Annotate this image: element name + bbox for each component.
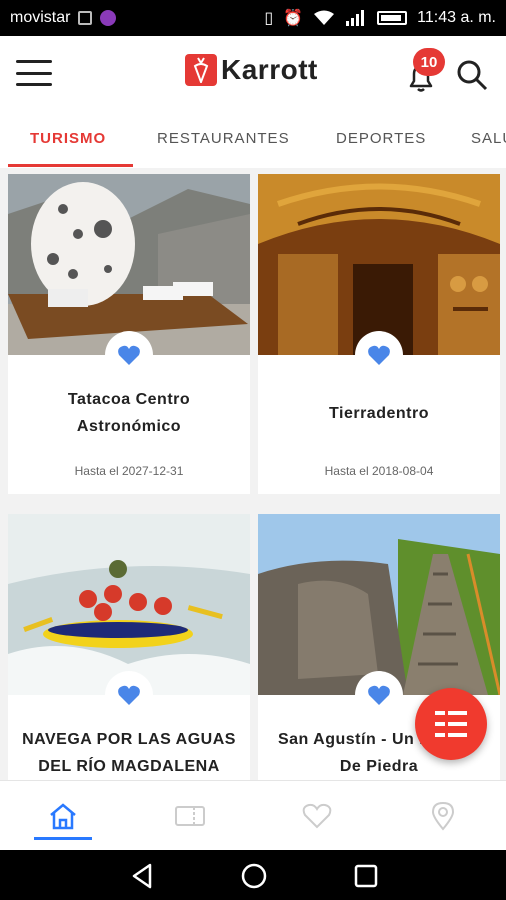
ticket-icon[interactable] (170, 799, 210, 833)
card-title: NAVEGA POR LAS AGUAS DEL RÍO MAGDALENA (22, 731, 236, 775)
card-image (8, 514, 250, 695)
battery-icon (377, 11, 408, 25)
list-filter-icon (435, 711, 467, 737)
notification-badge: 10 (413, 48, 445, 76)
tab-turismo[interactable]: TURISMO (30, 130, 106, 147)
vibrate-icon: ▯ (264, 10, 274, 27)
app-header: Karrott 10 (0, 36, 506, 108)
card-title: Tierradentro (329, 405, 429, 422)
carrot-logo-icon (185, 54, 217, 86)
card-title: Tatacoa Centro Astronómico (67, 391, 191, 435)
card-image (258, 174, 500, 355)
favorite-heart-icon[interactable] (105, 671, 153, 719)
card-image (258, 514, 500, 695)
tab-restaurantes[interactable]: RESTAURANTES (157, 130, 290, 147)
search-icon[interactable] (455, 58, 489, 92)
system-navigation-bar (0, 850, 506, 900)
cards-grid: Tatacoa Centro Astronómico Hasta el 2027… (0, 168, 506, 780)
favorite-heart-icon[interactable] (355, 331, 403, 379)
status-bar: movistar ▯ ⏰ 11:43 a. m. (0, 0, 506, 36)
wifi-icon (314, 10, 335, 25)
card-date: Hasta el 2018-08-04 (324, 464, 434, 478)
recent-apps-icon[interactable] (352, 862, 380, 890)
active-nav-indicator (34, 837, 92, 840)
back-icon[interactable] (128, 862, 156, 890)
home-icon[interactable] (43, 799, 83, 833)
logo-text: Karrott (221, 54, 318, 85)
favorite-heart-icon[interactable] (355, 671, 403, 719)
category-tabs: TURISMO RESTAURANTES DEPORTES SALUD (0, 108, 506, 168)
card-image (8, 174, 250, 355)
carrier-label: movistar (10, 9, 71, 26)
bottom-navigation (0, 780, 506, 850)
app-notification-icon (100, 10, 117, 26)
card-tatacoa[interactable]: Tatacoa Centro Astronómico Hasta el 2027… (8, 174, 250, 494)
card-rio-magdalena[interactable]: NAVEGA POR LAS AGUAS DEL RÍO MAGDALENA (8, 514, 250, 780)
card-date: Hasta el 2027-12-31 (74, 464, 184, 478)
tab-deportes[interactable]: DEPORTES (336, 130, 426, 147)
signal-icon (346, 10, 365, 26)
home-circle-icon[interactable] (240, 862, 268, 890)
alarm-icon: ⏰ (283, 10, 304, 27)
card-tierradentro[interactable]: Tierradentro Hasta el 2018-08-04 (258, 174, 500, 494)
filter-list-fab-button[interactable] (415, 688, 487, 760)
hamburger-menu-icon[interactable] (16, 60, 52, 86)
image-notification-icon (78, 11, 93, 25)
heart-icon[interactable] (297, 799, 337, 833)
clock-time: 11:43 a. m. (417, 9, 496, 26)
tab-salud[interactable]: SALUD (471, 130, 506, 147)
location-pin-icon[interactable] (423, 799, 463, 833)
favorite-heart-icon[interactable] (105, 331, 153, 379)
active-tab-indicator (8, 164, 133, 167)
app-logo: Karrott (185, 54, 318, 86)
